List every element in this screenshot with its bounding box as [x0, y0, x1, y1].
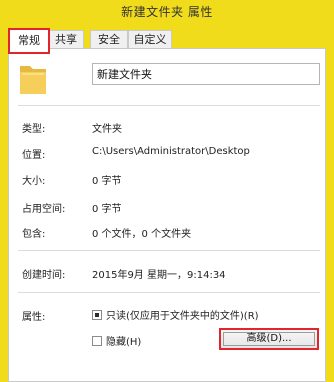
location-label: 位置:	[22, 150, 46, 161]
folder-icon	[20, 66, 46, 94]
folder-name-input[interactable]	[92, 63, 320, 85]
advanced-button-label: 高级(D)...	[246, 333, 292, 344]
tab-customize[interactable]: 自定义	[128, 30, 172, 49]
location-value: C:\Users\Administrator\Desktop	[92, 146, 250, 157]
created-label: 创建时间:	[22, 270, 66, 281]
tab-security[interactable]: 安全	[90, 30, 128, 49]
contains-value: 0 个文件，0 个文件夹	[92, 229, 192, 240]
tab-general[interactable]: 常规	[8, 28, 50, 54]
created-value: 2015年9月 星期一，9:14:34	[92, 270, 226, 281]
divider	[18, 292, 320, 293]
type-value: 文件夹	[92, 124, 122, 135]
size-value: 0 字节	[92, 176, 122, 187]
hidden-label[interactable]: 隐藏(H)	[106, 333, 141, 348]
contains-label: 包含:	[22, 229, 46, 240]
readonly-checkbox[interactable]	[92, 310, 102, 320]
advanced-button[interactable]: 高级(D)...	[219, 328, 319, 350]
type-label: 类型:	[22, 124, 46, 135]
readonly-label[interactable]: 只读(仅应用于文件夹中的文件)(R)	[106, 307, 259, 322]
disk-size-label: 占用空间:	[22, 204, 66, 215]
size-label: 大小:	[22, 176, 46, 187]
tab-sharing[interactable]: 共享	[48, 30, 84, 49]
hidden-checkbox[interactable]	[92, 336, 102, 346]
disk-size-value: 0 字节	[92, 204, 122, 215]
divider	[18, 250, 320, 251]
window-title: 新建文件夹 属性	[121, 5, 213, 19]
divider	[18, 105, 320, 106]
title-bar: 新建文件夹 属性	[0, 0, 334, 22]
attributes-label: 属性:	[22, 312, 46, 323]
